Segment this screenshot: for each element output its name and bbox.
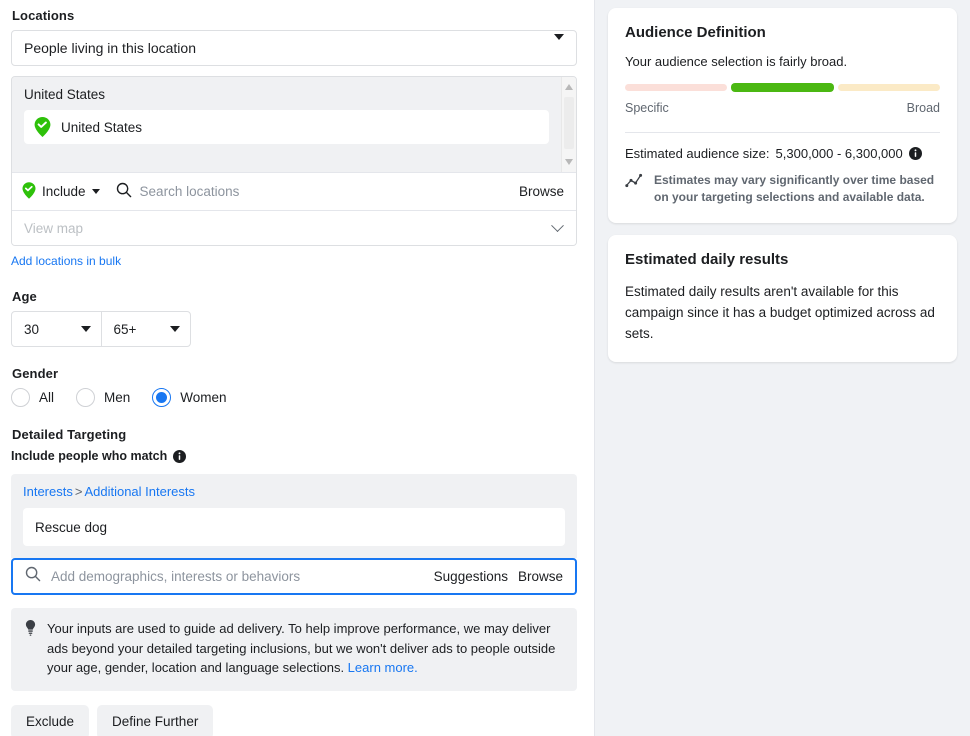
radio-checked-icon [152, 388, 172, 407]
targeting-form-panel: Locations People living in this location… [0, 0, 595, 736]
info-icon[interactable] [908, 147, 922, 160]
gender-heading: Gender [12, 366, 59, 381]
exclude-button[interactable]: Exclude [11, 704, 90, 736]
location-search-wrap[interactable]: Search locations [116, 182, 519, 201]
locations-heading: Locations [12, 8, 75, 23]
location-search-input[interactable]: Search locations [140, 184, 240, 199]
location-type-value: People living in this location [24, 40, 196, 56]
detailed-targeting-section: Detailed Targeting Include people who ma… [11, 427, 577, 736]
list-item-label: United States [61, 119, 143, 135]
breadcrumb-separator: > [74, 484, 83, 499]
define-further-button[interactable]: Define Further [97, 704, 214, 736]
selected-locations-group-title: United States [24, 87, 106, 102]
gender-option-all[interactable]: All [11, 388, 54, 407]
search-icon [25, 566, 41, 587]
estimated-daily-results-card: Estimated daily results Estimated daily … [608, 235, 957, 362]
meter-label-broad: Broad [906, 101, 940, 115]
radio-icon [76, 388, 96, 407]
age-max-select[interactable]: 65+ [100, 312, 191, 346]
detailed-targeting-subheading-row: Include people who match [11, 449, 577, 463]
estimated-audience-size-value: 5,300,000 - 6,300,000 [775, 146, 903, 161]
age-min-select[interactable]: 30 [12, 312, 101, 346]
gender-option-label: All [39, 390, 55, 405]
view-map-label: View map [24, 220, 84, 236]
estimated-audience-size-label: Estimated audience size: [625, 146, 770, 161]
estimated-audience-size-row: Estimated audience size: 5,300,000 - 6,3… [625, 146, 940, 161]
audience-definition-card: Audience Definition Your audience select… [608, 8, 957, 223]
radio-icon [11, 388, 30, 407]
lightbulb-icon [23, 619, 38, 678]
locations-section: Locations People living in this location… [11, 8, 577, 270]
location-pin-check-icon [34, 117, 51, 137]
view-map-row[interactable]: View map [12, 210, 576, 245]
age-max-value: 65+ [113, 321, 137, 337]
breadcrumb-leaf-link[interactable]: Additional Interests [84, 484, 195, 499]
targeting-actions: Exclude Define Further [11, 704, 577, 736]
list-item[interactable]: United States [24, 110, 549, 144]
age-heading: Age [12, 289, 37, 304]
list-item[interactable]: Rescue dog [23, 508, 565, 546]
add-locations-in-bulk-link[interactable]: Add locations in bulk [11, 254, 121, 268]
location-type-select[interactable]: People living in this location [11, 30, 577, 66]
suggestions-button[interactable]: Suggestions [434, 569, 508, 584]
breadcrumb-root-link[interactable]: Interests [23, 484, 73, 499]
detailed-targeting-heading: Detailed Targeting [12, 427, 127, 442]
estimated-daily-results-body: Estimated daily results aren't available… [625, 284, 935, 341]
targeting-notice-text: Your inputs are used to guide ad deliver… [47, 619, 563, 678]
breadcrumb: Interests > Additional Interests [23, 484, 565, 499]
location-include-row: Include Search locations Browse [12, 172, 576, 210]
detailed-targeting-search-field[interactable]: Add demographics, interests or behaviors… [11, 558, 577, 595]
gender-option-men[interactable]: Men [76, 388, 130, 407]
meter-segment-specific [625, 84, 728, 91]
audience-targeting-screen: Locations People living in this location… [0, 0, 970, 736]
estimate-disclaimer-text: Estimates may vary significantly over ti… [654, 173, 935, 204]
audience-breadth-meter [625, 83, 940, 92]
targeting-notice: Your inputs are used to guide ad deliver… [11, 608, 577, 691]
info-icon[interactable] [173, 449, 187, 463]
age-min-value: 30 [24, 321, 40, 337]
meter-labels: Specific Broad [625, 101, 940, 115]
scrollbar-thumb[interactable] [564, 97, 574, 149]
targeting-notice-body: Your inputs are used to guide ad deliver… [47, 621, 556, 675]
divider [625, 132, 940, 133]
trend-chart-icon [625, 172, 646, 205]
meter-segment-balanced [731, 83, 834, 92]
audience-summary-panel: Audience Definition Your audience select… [595, 0, 970, 736]
selected-locations-scrollarea: United States United States [12, 77, 576, 172]
include-mode-label: Include [42, 184, 86, 199]
age-range-group: 30 65+ [11, 311, 191, 347]
interest-label: Rescue dog [35, 519, 108, 535]
detailed-targeting-subheading: Include people who match [11, 449, 168, 463]
location-pin-check-icon [22, 181, 36, 202]
gender-option-label: Women [180, 390, 227, 405]
scroll-up-icon[interactable] [565, 84, 573, 90]
chevron-down-icon [91, 189, 100, 194]
search-icon [116, 182, 132, 201]
gender-section: Gender All Men Women [11, 366, 577, 407]
detailed-targeting-browse-button[interactable]: Browse [518, 569, 563, 584]
include-mode-dropdown[interactable]: Include [22, 181, 100, 202]
chevron-down-icon [170, 326, 180, 332]
detailed-targeting-search-input[interactable]: Add demographics, interests or behaviors [51, 569, 424, 584]
audience-definition-title: Audience Definition [625, 24, 766, 41]
gender-option-label: Men [104, 390, 131, 405]
locations-box: United States United States Include Sear… [11, 76, 577, 246]
meter-label-specific: Specific [625, 101, 669, 115]
age-section: Age 30 65+ [11, 289, 577, 347]
learn-more-link[interactable]: Learn more. [348, 660, 418, 675]
meter-segment-broad [837, 84, 940, 91]
locations-browse-button[interactable]: Browse [519, 184, 564, 199]
scroll-down-icon[interactable] [565, 159, 573, 165]
audience-definition-summary: Your audience selection is fairly broad. [625, 54, 848, 69]
chevron-down-icon [554, 34, 564, 56]
estimate-disclaimer-row: Estimates may vary significantly over ti… [625, 172, 940, 205]
chevron-down-icon [551, 218, 564, 232]
gender-radio-group: All Men Women [11, 388, 577, 407]
estimated-daily-results-title: Estimated daily results [625, 251, 789, 268]
locations-scrollbar[interactable] [561, 77, 576, 172]
chevron-down-icon [80, 326, 91, 332]
gender-option-women[interactable]: Women [152, 388, 227, 407]
detailed-targeting-selection-panel: Interests > Additional Interests Rescue do… [11, 474, 577, 558]
